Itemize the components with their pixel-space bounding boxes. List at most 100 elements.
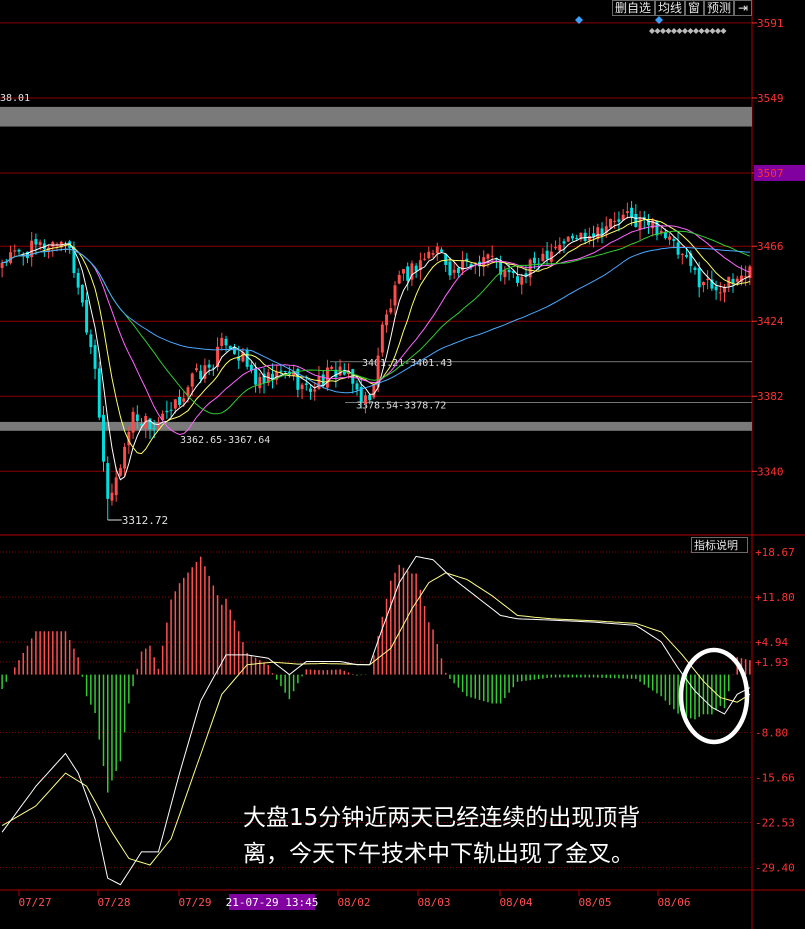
candle-body	[680, 253, 684, 255]
time-tick-label: 07/28	[97, 896, 130, 909]
ma5-line	[2, 216, 751, 481]
candle-body	[80, 284, 84, 303]
candle-body	[110, 492, 114, 501]
candle-body	[516, 276, 520, 283]
candle-body	[207, 364, 211, 368]
candle-body	[701, 282, 705, 286]
candle-body	[554, 247, 558, 249]
gap-zone-label: 38.01	[0, 93, 30, 104]
signal-marker-icon	[649, 28, 655, 34]
price-tick-label: 3466	[757, 240, 784, 253]
signal-marker-icon	[671, 28, 677, 34]
candle-body	[503, 270, 507, 278]
price-tick-label: 3424	[757, 315, 784, 328]
candle-body	[706, 279, 710, 281]
candle-body	[93, 345, 97, 369]
candle-body	[355, 383, 359, 390]
signal-marker-icon	[665, 28, 672, 34]
candle-body	[532, 257, 536, 264]
candle-body	[304, 383, 308, 385]
candle-body	[89, 334, 93, 348]
candle-body	[452, 269, 456, 273]
time-tick-label: 07/29	[178, 896, 211, 909]
signal-marker-icon	[654, 28, 661, 34]
signal-marker-icon	[660, 28, 666, 34]
self-select-button[interactable]: 删自选	[612, 0, 655, 16]
gap-zone	[0, 106, 752, 127]
candle-body	[676, 242, 680, 255]
signal-marker-icon	[709, 28, 716, 34]
signal-marker-icon	[682, 28, 688, 34]
candle-body	[697, 267, 701, 288]
candle-body	[199, 370, 203, 380]
candle-body	[178, 396, 182, 405]
candle-body	[731, 278, 735, 283]
candle-body	[718, 292, 722, 294]
forecast-button[interactable]: 预测	[704, 0, 734, 16]
candle-body	[583, 232, 587, 241]
window-button[interactable]: 窗	[685, 0, 704, 16]
macd-tick-label: -15.66	[755, 771, 795, 784]
candle-body	[131, 411, 135, 433]
price-tick-label: 3549	[757, 92, 784, 105]
time-tick-label: 08/05	[578, 896, 611, 909]
candle-body	[672, 239, 676, 241]
candle-body	[431, 253, 435, 255]
candle-body	[575, 237, 579, 240]
candle-body	[148, 418, 152, 430]
candle-body	[313, 389, 317, 392]
candle-body	[541, 253, 545, 262]
candle-body	[368, 394, 372, 401]
cursor-time-label: 21-07-29 13:45	[226, 896, 319, 909]
candle-body	[448, 261, 452, 276]
candle-body	[38, 241, 42, 245]
time-tick-label: 08/04	[499, 896, 532, 909]
time-tick-label: 08/06	[657, 896, 690, 909]
macd-tick-label: +11.80	[755, 591, 795, 604]
ma30-line	[2, 230, 751, 415]
low-annotation-label: 3312.72	[122, 514, 168, 527]
indicator-info-button[interactable]: 指标说明	[691, 537, 748, 553]
candle-body	[668, 236, 672, 240]
caption-line-1: 大盘15分钟近两天已经连续的出现顶背	[243, 805, 641, 831]
kline-chart[interactable]: 3591 3549 3507 3466 3424 3382 3340 +18.67 +11.80…	[0, 0, 805, 929]
candle-body	[76, 272, 80, 288]
candle-body	[397, 274, 401, 284]
candle-body	[135, 414, 139, 422]
candle-body	[625, 211, 629, 214]
candle-body	[317, 376, 321, 389]
time-tick-label: 08/02	[337, 896, 370, 909]
macd-tick-label: +4.94	[755, 636, 788, 649]
candle-body	[106, 463, 110, 499]
candle-body	[634, 213, 638, 227]
signal-marker-icon	[715, 28, 721, 34]
gap-zone	[0, 421, 752, 431]
signal-marker-icon	[676, 28, 683, 34]
macd-tick-label: +1.93	[755, 656, 788, 669]
candle-body	[13, 250, 17, 252]
candle-body	[114, 477, 118, 496]
signal-marker-icon	[698, 28, 705, 34]
pin-icon[interactable]: ⇥	[734, 0, 752, 16]
candle-body	[279, 370, 283, 372]
candle-body	[520, 276, 524, 285]
candle-body	[165, 410, 169, 413]
candle-body	[283, 371, 287, 373]
candle-body	[190, 373, 194, 387]
caption-line-2: 离，今天下午技术中下轨出现了金叉。	[243, 841, 634, 867]
caption: 大盘15分钟近两天已经连续的出现顶背 离，今天下午技术中下轨出现了金叉。	[243, 800, 748, 872]
signal-marker-icon	[687, 28, 694, 34]
candle-body	[330, 366, 334, 369]
price-tick-label: 3507	[757, 167, 784, 180]
candle-body	[363, 395, 367, 404]
candle-body	[220, 337, 224, 346]
candle-body	[562, 241, 566, 244]
candle-body	[587, 236, 591, 241]
candle-body	[401, 269, 405, 274]
candle-body	[490, 255, 494, 257]
price-tick-label: 3340	[757, 465, 784, 478]
price-tick-label: 3382	[757, 390, 784, 403]
ma-lines-button[interactable]: 均线	[655, 0, 685, 16]
candle-body	[97, 368, 101, 418]
candle-body	[321, 374, 325, 386]
